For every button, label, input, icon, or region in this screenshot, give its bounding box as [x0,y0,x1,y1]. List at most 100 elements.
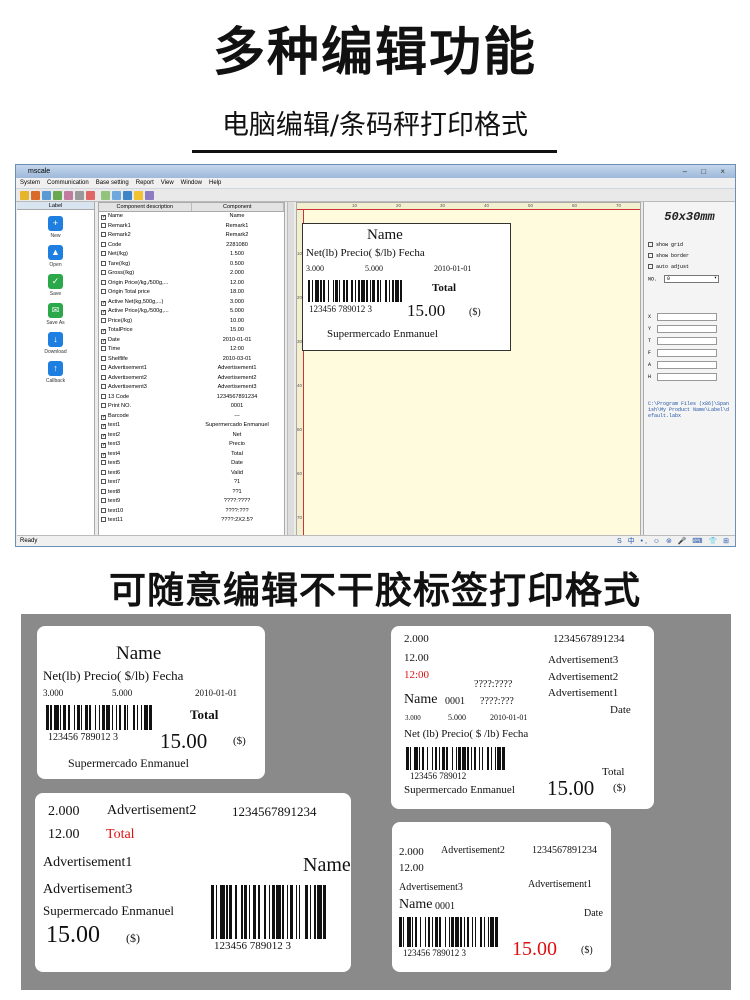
property-field-f[interactable]: F [648,349,731,357]
plus-icon[interactable]: + [48,216,63,231]
table-row[interactable]: text9????:???? [99,497,284,507]
sidebar-button-new[interactable]: + New [17,216,94,239]
table-row[interactable]: Advertisement1 Advertisement1 [99,364,284,374]
table-row[interactable]: ✓ TotalPrice 15.00 [99,326,284,336]
table-row[interactable]: text11 ????:2X2.5? [99,516,284,526]
property-field-h[interactable]: H [648,373,731,381]
row-checkbox[interactable] [101,374,106,380]
row-checkbox[interactable]: ✓ [101,433,106,439]
label-canvas[interactable]: 10 20 30 40 50 60 70 10 20 30 40 50 60 70 Name Net(l… [296,202,641,536]
lbl-store[interactable]: Supermercado Enmanuel [327,328,438,340]
sidebar-button-download[interactable]: ↓ Download [17,332,94,355]
table-row[interactable]: ✓ text1 Supermercado Enmanuel [99,421,284,431]
lbl-price[interactable]: 5.000 [365,264,383,273]
lbl-net[interactable]: 3.000 [306,264,324,273]
open-icon[interactable]: ▲ [48,245,63,260]
row-checkbox[interactable] [101,469,106,475]
row-checkbox[interactable] [101,270,106,275]
table-row[interactable]: Net(/kg) 1.500 [99,250,284,260]
row-checkbox[interactable] [101,279,106,285]
row-checkbox[interactable] [101,355,106,361]
toolbar-key-icon[interactable] [42,191,51,200]
menu-base-setting[interactable]: Base setting [96,178,129,188]
table-row[interactable]: ✓ text3 Precio [99,440,284,450]
table-row[interactable]: ✓ Barcode --- [99,412,284,422]
table-row[interactable]: text7 ?1 [99,478,284,488]
table-row[interactable]: Remark1 Remark1 [99,222,284,232]
check-icon[interactable]: ✓ [48,274,63,289]
table-row[interactable]: Gross(/kg) 2.000 [99,269,284,279]
row-checkbox[interactable]: ✓ [101,329,106,334]
table-row[interactable]: Origin Total price 18.00 [99,288,284,298]
table-row[interactable]: Price(/kg) 10.00 [99,317,284,327]
auto-adjust-checkbox[interactable]: auto adjust [644,264,735,270]
row-checkbox[interactable] [101,232,106,237]
menu-view[interactable]: View [161,178,174,188]
table-row[interactable]: ✓ text4 Total [99,450,284,460]
property-field-t[interactable]: T [648,337,731,345]
toolbar-user-icon[interactable] [86,191,95,200]
property-input[interactable] [657,349,718,357]
row-checkbox[interactable] [101,393,106,399]
property-field-a[interactable]: A [648,361,731,369]
callback-icon[interactable]: ↑ [48,361,63,376]
table-row[interactable]: Advertisement3 Advertisement3 [99,383,284,393]
property-field-x[interactable]: X [648,313,731,321]
table-row[interactable]: ✓ text2 Net [99,431,284,441]
lbl-header-line[interactable]: Net(lb) Precio( $/lb) Fecha [306,247,425,259]
row-checkbox[interactable]: ✓ [101,424,106,429]
toolbar-window-icon[interactable] [112,191,121,200]
row-checkbox[interactable]: ✓ [101,300,106,306]
column-header-component[interactable]: Component [192,203,284,211]
show-border-checkbox[interactable]: show border [644,253,735,259]
sidebar-button-open[interactable]: ▲ Open [17,245,94,268]
menu-window[interactable]: Window [181,178,202,188]
table-row[interactable]: Time 12:00 [99,345,284,355]
table-row[interactable]: 13 Code 1234567891234 [99,393,284,403]
toolbar-print-icon[interactable] [64,191,73,200]
row-checkbox[interactable]: ✓ [101,215,106,220]
no-select[interactable]: NO. 0 ▾ [644,275,735,283]
row-checkbox[interactable] [101,260,106,266]
row-checkbox[interactable] [101,507,106,513]
toolbar-grid-icon[interactable] [101,191,110,200]
toolbar-home-icon[interactable] [53,191,62,200]
sidebar-button-callback[interactable]: ↑ Callback [17,361,94,384]
table-row[interactable]: text5 Date [99,459,284,469]
lbl-barcode[interactable] [308,280,404,302]
save-as-icon[interactable]: ✉ [48,303,63,318]
table-row[interactable]: text10????:??? [99,507,284,517]
toolbar-help-icon[interactable] [145,191,154,200]
table-row[interactable]: Print NO. 0001 [99,402,284,412]
row-checkbox[interactable]: ✓ [101,452,106,458]
lbl-total-label[interactable]: Total [432,282,456,294]
column-header-description[interactable]: Component description [99,203,192,211]
lbl-total[interactable]: 15.00 [407,301,445,321]
property-input[interactable] [657,361,718,369]
property-input[interactable] [657,313,718,321]
property-input[interactable] [657,337,718,345]
lbl-name[interactable]: Name [367,227,403,244]
property-input[interactable] [657,325,718,333]
sidebar-button-save[interactable]: ✓ Save [17,274,94,297]
window-controls[interactable]: – □ × [683,165,731,178]
row-checkbox[interactable] [101,498,106,503]
row-checkbox[interactable] [101,251,106,256]
show-grid-checkbox[interactable]: show grid [644,242,735,248]
row-checkbox[interactable] [101,222,106,228]
menu-system[interactable]: System [20,178,40,188]
menu-communication[interactable]: Communication [47,178,89,188]
row-checkbox[interactable]: ✓ [101,443,106,448]
row-checkbox[interactable] [101,289,106,294]
download-icon[interactable]: ↓ [48,332,63,347]
toolbar-new-icon[interactable] [20,191,29,200]
tray-icons[interactable]: S 中 •, ☺ ⊚ 🎤 ⌨ 👕 ⊞ [617,536,731,547]
table-row[interactable]: Shelflife 2010-03-01 [99,355,284,365]
table-row[interactable]: Code 2281080 [99,241,284,251]
table-row[interactable]: Tare(/kg) 0.500 [99,260,284,270]
property-input[interactable] [657,373,718,381]
component-scrollbar[interactable] [287,202,294,536]
table-row[interactable]: ✓ Active Price(/kg,/500g,... 5.000 [99,307,284,317]
table-row[interactable]: Advertisement2 Advertisement2 [99,374,284,384]
row-checkbox[interactable] [101,488,106,494]
